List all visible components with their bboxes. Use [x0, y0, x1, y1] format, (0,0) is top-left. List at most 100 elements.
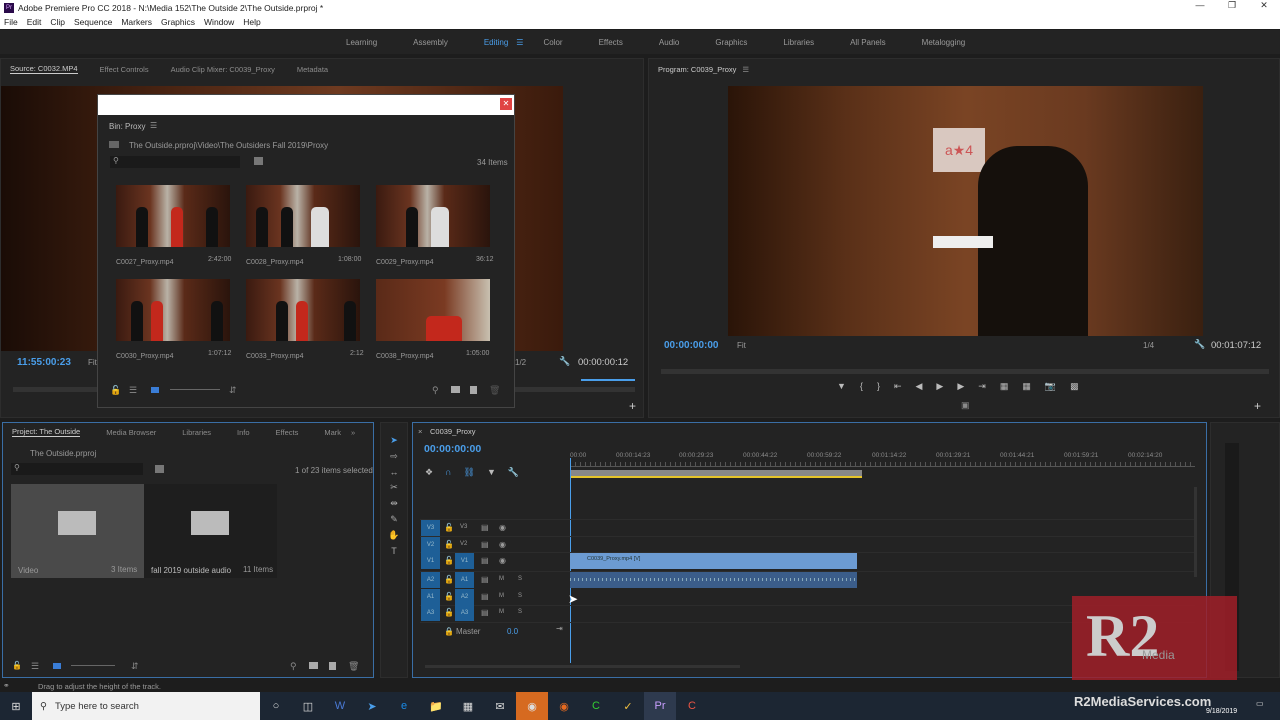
task-view-icon[interactable]: ◫ [292, 692, 324, 720]
trash-icon[interactable]: 🗑 [489, 385, 500, 396]
panel-menu-icon[interactable]: ☰ [150, 121, 157, 130]
source-timecode[interactable]: 11:55:00:23 [17, 357, 71, 368]
mute-button[interactable]: M [499, 609, 504, 615]
lock-icon[interactable]: 🔓 [110, 385, 121, 396]
icon-view-icon[interactable] [53, 663, 61, 669]
track-target-v2[interactable]: V2 [460, 541, 467, 547]
mute-button[interactable]: M [499, 576, 504, 582]
tab-markers[interactable]: Mark [324, 428, 341, 437]
track-target-a3[interactable]: A3 [455, 605, 474, 621]
windows-start-icon[interactable]: ⊞ [0, 692, 32, 720]
step-forward-icon[interactable]: ▶ [957, 381, 964, 392]
sort-icon[interactable]: ⇵ [229, 385, 237, 396]
sync-lock-icon[interactable]: ▤ [481, 556, 489, 565]
add-marker-icon[interactable]: ▼ [487, 467, 496, 478]
source-resolution-dropdown[interactable]: 1/2 [515, 358, 526, 367]
menu-graphics[interactable]: Graphics [161, 17, 195, 27]
file-explorer-icon[interactable]: 📁 [420, 692, 452, 720]
clip-thumbnail[interactable] [376, 185, 490, 247]
program-resolution-dropdown[interactable]: 1/4 [1143, 341, 1154, 350]
tab-audio-clip-mixer[interactable]: Audio Clip Mixer: C0039_Proxy [171, 65, 275, 74]
master-volume[interactable]: 0.0 [507, 627, 518, 636]
new-search-bin-icon[interactable] [254, 157, 263, 165]
workspace-all-panels[interactable]: All Panels [850, 38, 886, 47]
mute-button[interactable]: M [499, 593, 504, 599]
tab-effects[interactable]: Effects [276, 428, 299, 437]
go-to-out-icon[interactable]: ⇥ [978, 381, 986, 392]
camtasia-icon[interactable]: C [580, 692, 612, 720]
timeline-vertical-scrollbar[interactable] [1194, 487, 1197, 577]
tab-metadata[interactable]: Metadata [297, 65, 328, 74]
zoom-slider[interactable] [170, 385, 220, 390]
sync-lock-icon[interactable]: ▤ [481, 523, 489, 532]
firefox-icon[interactable]: ◉ [548, 692, 580, 720]
notifications-icon[interactable]: ▭ [1256, 699, 1264, 708]
minimize-button[interactable]: — [1184, 0, 1216, 11]
sync-lock-icon[interactable]: ▤ [481, 540, 489, 549]
close-button[interactable]: ✕ [1248, 0, 1280, 11]
source-patch-v3[interactable]: V3 [421, 520, 440, 536]
vr-icon[interactable]: ▣ [961, 400, 970, 411]
lock-icon[interactable]: 🔓 [12, 661, 22, 670]
track-select-tool-icon[interactable]: ⇨ [390, 451, 398, 462]
eye-icon[interactable]: ◉ [499, 540, 506, 549]
lock-icon[interactable]: 🔓 [444, 556, 454, 565]
word-icon[interactable]: W [324, 692, 356, 720]
program-timecode[interactable]: 00:00:00:00 [664, 340, 718, 351]
workspace-graphics[interactable]: Graphics [715, 38, 747, 47]
norton-icon[interactable]: ✓ [612, 692, 644, 720]
sort-icon[interactable]: ⇵ [131, 661, 139, 672]
time-ruler[interactable] [570, 462, 1195, 467]
calculator-icon[interactable]: ▦ [452, 692, 484, 720]
selection-tool-icon[interactable]: ➤ [390, 435, 398, 446]
sync-lock-icon[interactable]: ▤ [481, 575, 489, 584]
close-sequence-icon[interactable]: × [418, 427, 422, 436]
new-item-icon[interactable] [329, 662, 336, 670]
mark-in-icon[interactable]: { [860, 381, 863, 392]
track-target-v3[interactable]: V3 [460, 524, 467, 530]
add-button-icon[interactable]: + [1254, 399, 1261, 413]
source-patch-a1[interactable]: A1 [421, 589, 440, 605]
compare-icon[interactable]: ▩ [1070, 381, 1079, 392]
eye-icon[interactable]: ◉ [499, 556, 506, 565]
menu-edit[interactable]: Edit [27, 17, 42, 27]
project-search-input[interactable]: ⚲ [11, 463, 143, 475]
step-back-icon[interactable]: ◀ [916, 381, 923, 392]
add-button-icon[interactable]: + [629, 399, 636, 413]
menu-file[interactable]: File [4, 17, 18, 27]
camera-icon[interactable]: 📷 [1045, 381, 1056, 392]
source-patch-v2[interactable]: V2 [421, 537, 440, 553]
tab-project[interactable]: Project: The Outside [12, 427, 81, 437]
hand-tool-icon[interactable]: ✋ [388, 530, 399, 541]
menu-markers[interactable]: Markers [121, 17, 152, 27]
bin-item-audio[interactable]: fall 2019 outside audio 11 Items [144, 484, 277, 578]
lift-icon[interactable]: ▦ [1000, 381, 1009, 392]
track-target-a1[interactable]: A1 [455, 572, 474, 588]
more-panels-icon[interactable]: » [351, 428, 355, 437]
wrench-icon[interactable]: 🔧 [559, 356, 570, 367]
workspace-menu-icon[interactable]: ☰ [516, 38, 523, 47]
workspace-metalogging[interactable]: Metalogging [922, 38, 966, 47]
find-icon[interactable]: ⚲ [432, 385, 439, 396]
program-fit-dropdown[interactable]: Fit [737, 341, 746, 350]
track-target-a2[interactable]: A2 [455, 589, 474, 605]
list-view-icon[interactable]: ☰ [31, 661, 39, 672]
linked-selection-icon[interactable]: ⛓ [464, 467, 475, 478]
lock-icon[interactable]: 🔓 [444, 592, 454, 601]
slip-tool-icon[interactable]: ⇹ [390, 498, 398, 509]
solo-button[interactable]: S [518, 576, 522, 582]
workspace-libraries[interactable]: Libraries [783, 38, 814, 47]
app-icon[interactable]: ➤ [356, 692, 388, 720]
audio-clip[interactable] [570, 572, 857, 588]
nest-icon[interactable]: ❖ [425, 467, 433, 478]
lock-icon[interactable]: 🔓 [444, 523, 454, 532]
list-view-icon[interactable]: ☰ [129, 385, 137, 396]
lock-icon[interactable]: 🔓 [444, 608, 454, 617]
workspace-audio[interactable]: Audio [659, 38, 679, 47]
tab-source[interactable]: Source: C0032.MP4 [10, 64, 78, 74]
close-icon[interactable]: ✕ [500, 98, 512, 110]
clip-thumbnail[interactable] [246, 279, 360, 341]
premiere-icon[interactable]: Pr [644, 692, 676, 720]
cortana-icon[interactable]: ○ [260, 692, 292, 720]
zoom-slider[interactable] [71, 661, 115, 666]
